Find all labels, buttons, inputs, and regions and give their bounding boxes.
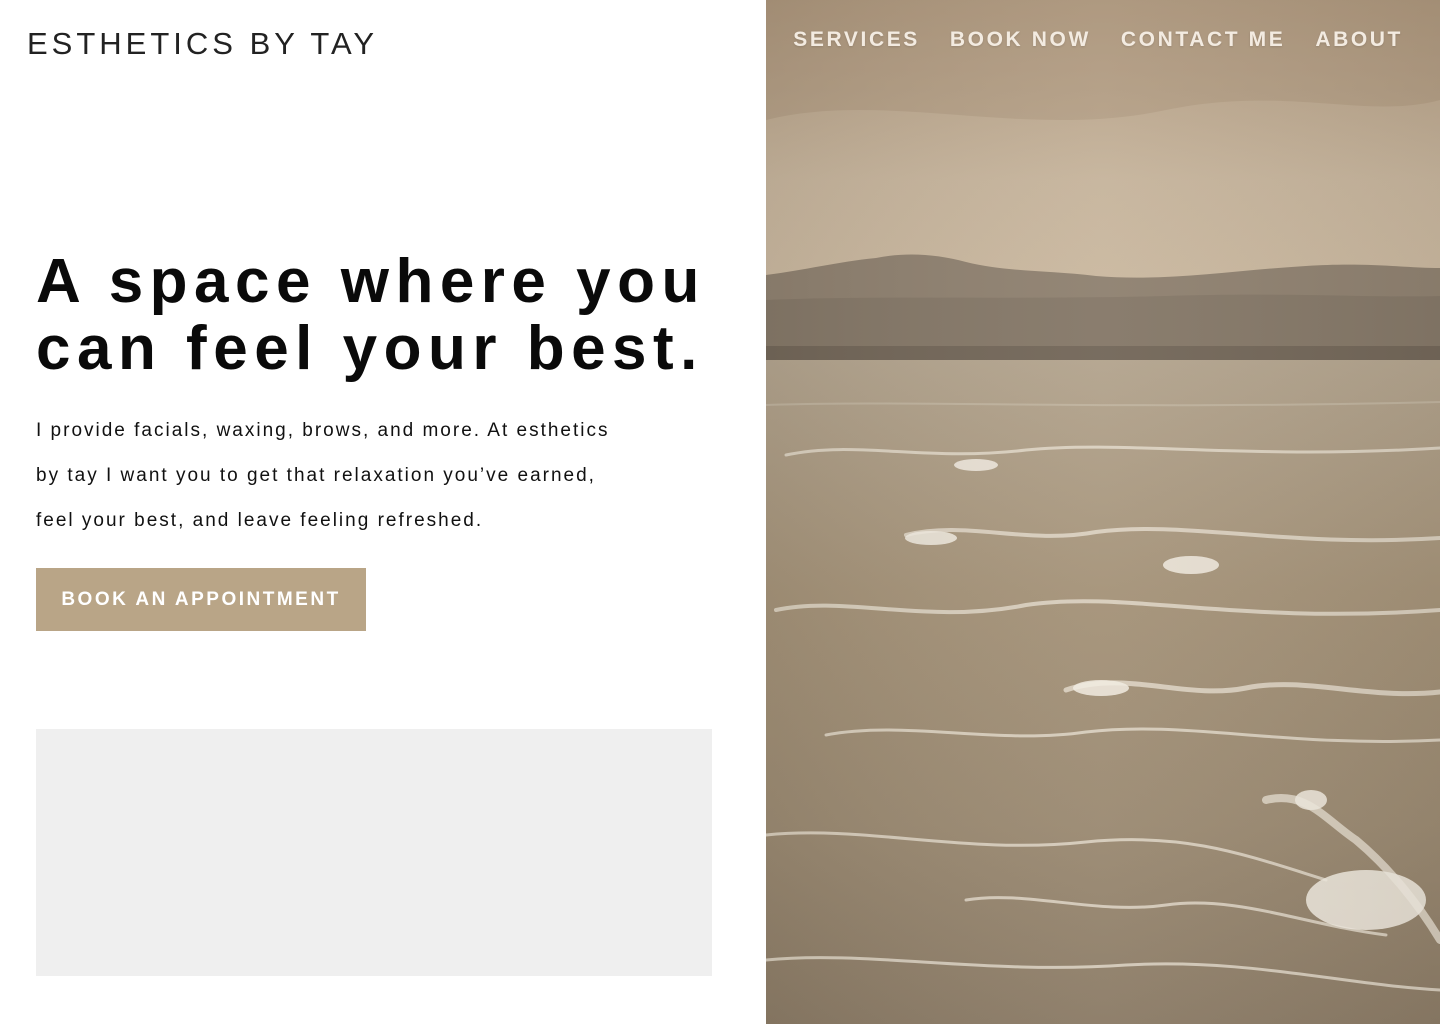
nav-link-book-now[interactable]: BOOK NOW xyxy=(950,28,1091,52)
brand-logo[interactable]: ESTHETICS BY TAY xyxy=(27,26,378,62)
image-placeholder xyxy=(36,729,712,976)
hero-title-line: A space where you xyxy=(36,247,706,316)
hero-description-line: feel your best, and leave feeling refres… xyxy=(36,510,484,531)
nav-link-about[interactable]: ABOUT xyxy=(1315,28,1403,52)
nav-link-services[interactable]: SERVICES xyxy=(793,28,920,52)
ocean-waves-photo xyxy=(766,0,1440,1024)
hero-description-line: by tay I want you to get that relaxation… xyxy=(36,465,596,486)
book-appointment-button[interactable]: BOOK AN APPOINTMENT xyxy=(36,568,366,631)
main-nav: SERVICES BOOK NOW CONTACT ME ABOUT xyxy=(793,28,1403,52)
nav-link-contact-me[interactable]: CONTACT ME xyxy=(1121,28,1285,52)
hero-title: A space where you can feel your best. xyxy=(36,248,736,382)
hero-description: I provide facials, waxing, brows, and mo… xyxy=(36,408,716,543)
hero-description-line: I provide facials, waxing, brows, and mo… xyxy=(36,420,610,441)
hero-title-line: can feel your best. xyxy=(36,314,704,383)
